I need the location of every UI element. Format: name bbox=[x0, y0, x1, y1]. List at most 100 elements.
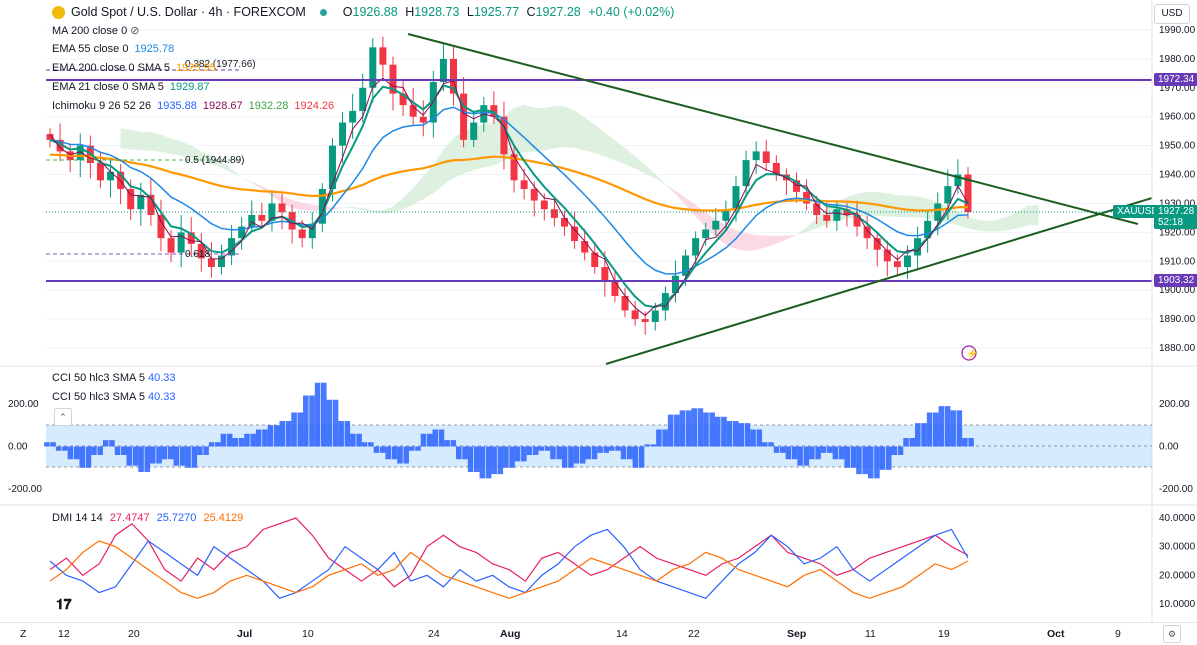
indicator-legend-row[interactable]: MA 200 close 0 ⊘ bbox=[52, 24, 140, 37]
cci-label-1[interactable]: CCI 50 hlc3 SMA 5 40.33 bbox=[52, 372, 176, 384]
candle bbox=[611, 281, 619, 296]
candle bbox=[298, 229, 306, 239]
candle bbox=[762, 151, 770, 163]
candle bbox=[167, 238, 175, 253]
candle bbox=[732, 186, 740, 210]
cci-axis-label-left: 200.00 bbox=[8, 399, 39, 410]
chart-canvas[interactable]: 0.382 (1977.66) 0.5 (1944.89) 0.618 ⚡ 18… bbox=[0, 0, 1197, 644]
indicator-legend-row[interactable]: EMA 21 close 0 SMA 5 1929.87 bbox=[52, 81, 210, 93]
candle bbox=[96, 162, 104, 181]
candle bbox=[137, 194, 145, 210]
price-axis-label: 1990.00 bbox=[1159, 25, 1196, 36]
time-axis-label: Sep bbox=[787, 628, 807, 640]
candle bbox=[692, 238, 700, 256]
indicator-legend-row[interactable]: EMA 55 close 0 1925.78 bbox=[52, 43, 174, 55]
settings-icon[interactable]: ⚙ bbox=[1163, 625, 1181, 643]
time-axis-label: 14 bbox=[616, 628, 628, 640]
candle bbox=[278, 203, 286, 213]
time-axis-label: 20 bbox=[128, 628, 140, 640]
tradingview-logo[interactable]: 𝟏𝟕 bbox=[56, 596, 72, 613]
cci-axis-label-left: -200.00 bbox=[8, 484, 42, 495]
svg-text:⚡: ⚡ bbox=[966, 347, 978, 360]
dmi-series-line bbox=[49, 528, 969, 599]
candle bbox=[823, 215, 831, 221]
indicator-legend-row[interactable]: Ichimoku 9 26 52 26 1935.88 1928.67 1932.28… bbox=[52, 100, 334, 112]
high-value: 1928.73 bbox=[414, 5, 460, 19]
indicator-value: 1935.88 bbox=[157, 100, 197, 112]
candle bbox=[833, 209, 841, 221]
collapse-legend-button[interactable]: ⌃ bbox=[54, 408, 72, 426]
time-axis[interactable]: Z 12 20 Jul 10 24 Aug 14 22 Sep 11 19 Oct 9 ⚙ bbox=[0, 622, 1197, 645]
timezone-button[interactable]: Z bbox=[20, 628, 26, 640]
indicator-value: 1932.28 bbox=[248, 100, 289, 112]
time-axis-label: Jul bbox=[237, 628, 253, 640]
candle bbox=[591, 252, 599, 268]
candle bbox=[641, 319, 649, 322]
candle bbox=[803, 191, 811, 204]
cci-axis-label: -200.00 bbox=[1159, 484, 1193, 495]
hidden-eye-icon[interactable]: ⊘ bbox=[127, 25, 139, 37]
cci-axis-label-left: 0.00 bbox=[8, 442, 28, 453]
indicator-value: 1925.95 bbox=[176, 62, 216, 74]
candle bbox=[359, 87, 367, 111]
price-axis-label: 1910.00 bbox=[1159, 256, 1196, 267]
indicator-label: EMA 21 close 0 SMA 5 bbox=[52, 81, 164, 93]
candle bbox=[248, 215, 256, 227]
candle bbox=[439, 58, 447, 83]
candle bbox=[571, 226, 579, 242]
candle bbox=[752, 151, 760, 161]
time-axis-label: 22 bbox=[688, 628, 700, 640]
fib-0618-label: 0.618 bbox=[185, 249, 210, 260]
indicator-legend-row[interactable]: EMA 200 close 0 SMA 5 1925.95 bbox=[52, 62, 216, 74]
candle bbox=[893, 261, 901, 268]
price-axis-label: 1890.00 bbox=[1159, 314, 1196, 325]
candle bbox=[550, 209, 558, 218]
time-axis-label: 9 bbox=[1115, 628, 1121, 640]
candle bbox=[712, 220, 720, 230]
time-axis-label: 19 bbox=[938, 628, 950, 640]
price-axis-label: 1920.00 bbox=[1159, 227, 1196, 238]
price-axis-label: 1880.00 bbox=[1159, 343, 1196, 354]
last-price-tag: 1927.28 52:18 bbox=[1154, 205, 1197, 229]
ohlc-values: O1926.88 H1928.73 L1925.77 C1927.28 +0.4… bbox=[342, 5, 675, 19]
dmi-axis-label: 20.0000 bbox=[1159, 570, 1196, 581]
indicator-value: 1928.67 bbox=[202, 100, 243, 112]
indicator-label: EMA 55 close 0 bbox=[52, 43, 129, 55]
candle bbox=[470, 122, 478, 140]
time-axis-label: Aug bbox=[500, 628, 521, 640]
open-value: 1926.88 bbox=[352, 5, 398, 19]
indicator-value: 1925.78 bbox=[134, 43, 175, 55]
candle bbox=[258, 215, 266, 221]
candle bbox=[682, 255, 690, 276]
dmi-axis-label: 40.0000 bbox=[1159, 513, 1196, 524]
currency-button[interactable]: USD bbox=[1154, 4, 1190, 24]
indicator-label: MA 200 close 0 bbox=[52, 25, 128, 37]
symbol-title[interactable]: Gold Spot / U.S. Dollar · 4h · FOREXCOM bbox=[71, 5, 306, 19]
cci-axis-label: 0.00 bbox=[1159, 442, 1179, 453]
candle bbox=[581, 241, 589, 253]
time-axis-label: 10 bbox=[302, 628, 314, 640]
price-axis-label: 1980.00 bbox=[1159, 54, 1196, 65]
support-price-tag: 1903.32 bbox=[1154, 274, 1197, 287]
candle bbox=[520, 180, 528, 189]
bar-countdown: 52:18 bbox=[1158, 217, 1184, 228]
time-axis-label: 12 bbox=[58, 628, 70, 640]
time-axis-label: Oct bbox=[1047, 628, 1065, 640]
cci-label-2[interactable]: CCI 50 hlc3 SMA 5 40.33 bbox=[52, 391, 176, 403]
time-axis-label: 11 bbox=[865, 628, 876, 640]
candle bbox=[903, 255, 911, 268]
time-axis-label: 24 bbox=[428, 628, 440, 640]
candle bbox=[702, 229, 710, 239]
candle bbox=[631, 310, 639, 320]
indicator-value: 1924.26 bbox=[294, 100, 335, 112]
indicator-label: Ichimoku 9 26 52 26 bbox=[52, 100, 152, 112]
close-value: 1927.28 bbox=[535, 5, 581, 19]
candle bbox=[369, 47, 377, 88]
candle bbox=[530, 189, 538, 201]
dmi-label[interactable]: DMI 14 14 27.4747 25.7270 25.4129 bbox=[52, 512, 243, 524]
last-price: 1927.28 bbox=[1158, 206, 1195, 217]
cci-axis-label: 200.00 bbox=[1159, 399, 1190, 410]
candle bbox=[157, 215, 165, 239]
price-axis-label: 1950.00 bbox=[1159, 141, 1196, 152]
gold-coin-icon bbox=[52, 5, 65, 19]
